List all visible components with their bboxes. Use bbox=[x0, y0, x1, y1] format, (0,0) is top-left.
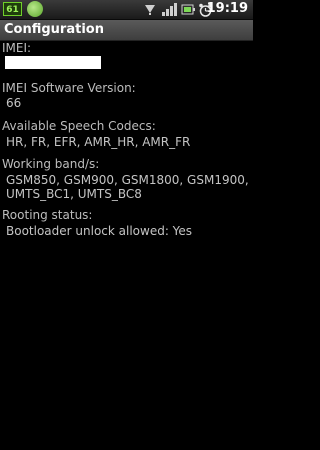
page-title: Configuration bbox=[4, 22, 104, 37]
title-bar: Configuration bbox=[0, 20, 253, 41]
signal-icon bbox=[162, 3, 177, 16]
imei-value-redacted bbox=[5, 56, 101, 69]
app-circle-icon bbox=[27, 1, 43, 17]
bands-value-line2: UMTS_BC1, UMTS_BC8 bbox=[6, 187, 142, 201]
rooting-value: Bootloader unlock allowed: Yes bbox=[6, 224, 193, 238]
clock: 19:19 bbox=[206, 1, 248, 16]
status-bar: 61 19:19 bbox=[0, 0, 253, 20]
bands-value-line1: GSM850, GSM900, GSM1800, GSM1900, bbox=[6, 173, 249, 187]
usb-debug-icon bbox=[145, 5, 155, 15]
imei-sw-label: IMEI Software Version: bbox=[2, 81, 136, 95]
imei-sw-value: 66 bbox=[6, 96, 22, 110]
rooting-label: Rooting status: bbox=[2, 208, 93, 222]
codecs-value: HR, FR, EFR, AMR_HR, AMR_FR bbox=[6, 135, 191, 149]
codecs-label: Available Speech Codecs: bbox=[2, 119, 156, 133]
notification-badge: 61 bbox=[3, 2, 22, 16]
battery-icon bbox=[181, 4, 195, 15]
bands-label: Working band/s: bbox=[2, 157, 100, 171]
imei-label: IMEI: bbox=[2, 41, 32, 55]
